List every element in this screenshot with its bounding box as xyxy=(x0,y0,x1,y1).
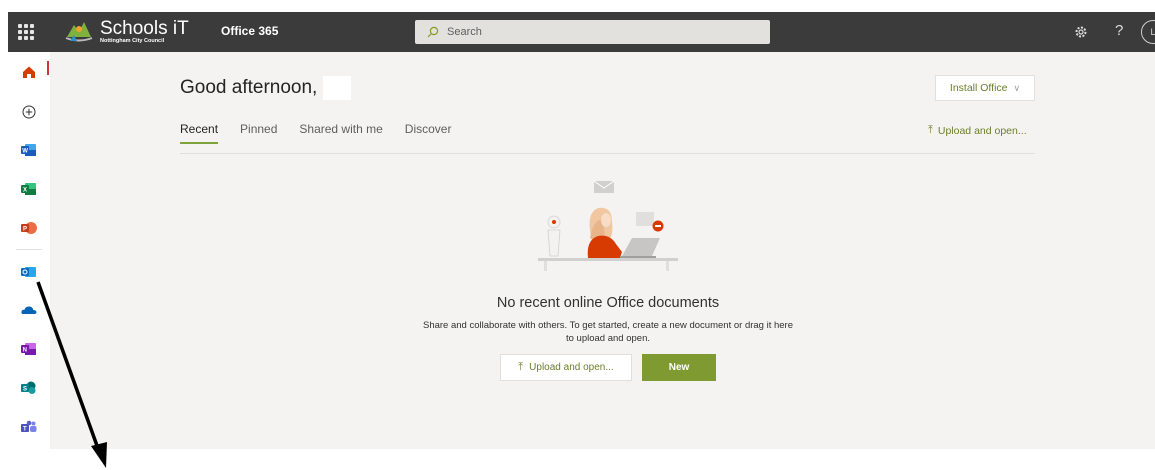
install-office-button[interactable]: Install Office ∨ xyxy=(935,75,1035,101)
upload-and-open-label: Upload and open... xyxy=(937,124,1027,137)
word-icon: W xyxy=(21,144,36,156)
greeting-heading: Good afternoon, xyxy=(180,77,318,98)
svg-text:N: N xyxy=(23,347,27,353)
tab-shared-with-me[interactable]: Shared with me xyxy=(299,122,382,136)
svg-text:X: X xyxy=(23,187,27,193)
rail-home[interactable] xyxy=(8,57,50,87)
redacted-username xyxy=(323,76,351,100)
svg-text:P: P xyxy=(23,226,27,232)
office-home-window: Schools iT Nottingham City Council Offic… xyxy=(8,12,1155,449)
chevron-down-icon: ∨ xyxy=(1013,82,1021,93)
upload-and-open-button-label: Upload and open... xyxy=(529,362,614,373)
tabs-divider xyxy=(180,153,1035,154)
rail-outlook[interactable] xyxy=(8,257,50,287)
rail-teams[interactable]: T xyxy=(8,412,50,442)
schools-it-logo-mark xyxy=(64,19,94,45)
empty-state-title: No recent online Office documents xyxy=(496,295,720,311)
user-avatar[interactable]: L xyxy=(1141,20,1155,44)
empty-state-description-line-2: to upload and open. xyxy=(566,333,650,344)
upload-arrow-icon: ⤒ xyxy=(928,124,933,136)
suite-title[interactable]: Office 365 xyxy=(221,24,278,38)
tab-discover[interactable]: Discover xyxy=(405,122,452,136)
outlook-icon xyxy=(21,267,36,277)
home-icon xyxy=(23,66,35,78)
tab-pinned[interactable]: Pinned xyxy=(240,122,277,136)
empty-state-description: Share and collaborate with others. To ge… xyxy=(8,319,1155,345)
sharepoint-icon: S xyxy=(21,381,36,394)
app-launcher-icon[interactable] xyxy=(18,24,34,40)
schools-it-logo[interactable]: Schools iT Nottingham City Council xyxy=(64,16,189,48)
upload-arrow-icon: ⤒ xyxy=(518,361,524,373)
svg-text:S: S xyxy=(23,386,27,392)
rail-separator xyxy=(16,249,42,250)
rail-word[interactable]: W xyxy=(8,135,50,165)
empty-state-description-line-1: Share and collaborate with others. To ge… xyxy=(422,320,793,331)
powerpoint-icon: P xyxy=(21,222,37,234)
excel-icon: X xyxy=(21,183,36,195)
search-box[interactable]: Search xyxy=(415,20,770,44)
search-icon xyxy=(427,26,439,38)
rail-sharepoint[interactable]: S xyxy=(8,373,50,403)
rail-active-indicator xyxy=(47,61,49,75)
document-tabs: Recent Pinned Shared with me Discover xyxy=(180,122,473,144)
upload-and-open-button[interactable]: ⤒ Upload and open... xyxy=(500,354,632,381)
svg-text:T: T xyxy=(23,426,27,432)
install-office-label: Install Office xyxy=(949,82,1008,94)
logo-title: Schools iT xyxy=(100,18,189,40)
empty-state-illustration xyxy=(538,180,678,271)
svg-text:W: W xyxy=(22,148,28,154)
teams-icon: T xyxy=(21,420,37,432)
help-icon[interactable]: ? xyxy=(1115,22,1123,39)
logo-subtitle: Nottingham City Council xyxy=(100,38,165,45)
upload-and-open-link[interactable]: ⤒ Upload and open... xyxy=(928,124,1027,137)
rail-excel[interactable]: X xyxy=(8,174,50,204)
settings-gear-icon[interactable] xyxy=(1074,25,1088,39)
rail-create[interactable] xyxy=(8,97,50,127)
top-bar: Schools iT Nottingham City Council Offic… xyxy=(8,12,1155,52)
new-document-button[interactable]: New xyxy=(642,354,716,381)
rail-powerpoint[interactable]: P xyxy=(8,213,50,243)
create-plus-icon xyxy=(22,105,36,119)
tab-recent[interactable]: Recent xyxy=(180,122,219,144)
app-rail: W X P N S T xyxy=(8,52,50,449)
search-placeholder: Search xyxy=(447,26,482,38)
